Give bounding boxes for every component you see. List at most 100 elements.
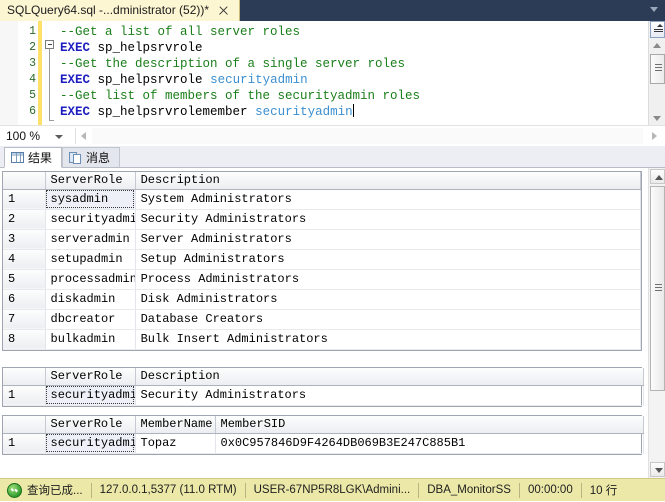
table-row[interactable]: 6 diskadmin Disk Administrators bbox=[3, 289, 641, 309]
scrollbar-thumb[interactable] bbox=[650, 186, 665, 391]
results-vertical-scrollbar[interactable] bbox=[648, 168, 665, 478]
cell-serverrole[interactable]: processadmin bbox=[45, 269, 135, 289]
cell-serverrole[interactable]: setupadmin bbox=[45, 249, 135, 269]
sql-procedure: sp_helpsrvrole bbox=[98, 73, 203, 87]
results-pane: ServerRole Description 1 sysadmin System Adm… bbox=[0, 168, 665, 478]
single-role-grid[interactable]: ServerRole Description 1 securityadmin Secur… bbox=[2, 367, 642, 407]
row-header-cell[interactable]: 7 bbox=[3, 309, 45, 329]
outline-line bbox=[49, 49, 50, 121]
grid-corner-cell[interactable] bbox=[3, 368, 45, 385]
editor-outlining-margin bbox=[44, 21, 58, 125]
sql-keyword: EXEC bbox=[60, 105, 90, 119]
chevron-down-icon[interactable] bbox=[650, 7, 658, 12]
cell-serverrole[interactable]: sysadmin bbox=[45, 189, 135, 209]
cell-description[interactable]: Security Administrators bbox=[135, 385, 643, 405]
cell-serverrole[interactable]: securityadmin bbox=[45, 385, 135, 405]
table-row[interactable]: 2 securityadmin Security Administrators bbox=[3, 209, 641, 229]
cell-membername[interactable]: Topaz bbox=[135, 433, 215, 453]
zoom-level-value: 100 % bbox=[3, 129, 40, 143]
cell-membersid[interactable]: 0x0C957846D9F4264DB069B3E247C885B1 bbox=[215, 433, 643, 453]
row-header-cell[interactable]: 1 bbox=[3, 189, 45, 209]
row-header-cell[interactable]: 4 bbox=[3, 249, 45, 269]
line-number: 2 bbox=[18, 40, 36, 56]
column-header-description[interactable]: Description bbox=[135, 172, 640, 189]
role-members-grid[interactable]: ServerRole MemberName MemberSID 1 securityad… bbox=[2, 415, 642, 455]
divider bbox=[581, 483, 582, 498]
editor-text[interactable]: --Get a list of all server roles EXEC sp_… bbox=[60, 24, 643, 120]
cell-description[interactable]: Disk Administrators bbox=[135, 289, 640, 309]
cell-description[interactable]: Server Administrators bbox=[135, 229, 640, 249]
row-header-cell[interactable]: 6 bbox=[3, 289, 45, 309]
row-header-cell[interactable]: 2 bbox=[3, 209, 45, 229]
code-line: --Get a list of all server roles bbox=[60, 24, 643, 40]
table-header-row: ServerRole Description bbox=[3, 368, 643, 385]
close-icon[interactable] bbox=[217, 4, 230, 17]
sql-comment: --Get the description of a single server… bbox=[60, 57, 405, 71]
table-row[interactable]: 3 serveradmin Server Administrators bbox=[3, 229, 641, 249]
code-line: EXEC sp_helpsrvrole bbox=[60, 40, 643, 56]
table-row[interactable]: 4 setupadmin Setup Administrators bbox=[3, 249, 641, 269]
editor-vertical-scrollbar[interactable] bbox=[648, 21, 665, 125]
editor-horizontal-scrollbar[interactable] bbox=[92, 128, 643, 144]
cell-description[interactable]: Setup Administrators bbox=[135, 249, 640, 269]
collapse-icon[interactable] bbox=[45, 40, 54, 49]
grid-corner-cell[interactable] bbox=[3, 172, 45, 189]
line-number: 6 bbox=[18, 104, 36, 120]
divider bbox=[519, 483, 520, 498]
scrollbar-thumb[interactable] bbox=[650, 54, 665, 84]
code-line: EXEC sp_helpsrvrole securityadmin bbox=[60, 72, 643, 88]
table-row[interactable]: 1 sysadmin System Administrators bbox=[3, 189, 641, 209]
column-header-membername[interactable]: MemberName bbox=[135, 416, 215, 433]
divider bbox=[418, 483, 419, 498]
ssms-query-window: SQLQuery64.sql -...dministrator (52))* 1… bbox=[0, 0, 665, 501]
code-line: EXEC sp_helpsrvrolemember securityadmin bbox=[60, 104, 643, 120]
column-header-serverrole[interactable]: ServerRole bbox=[45, 416, 135, 433]
scroll-up-icon[interactable] bbox=[650, 169, 665, 184]
scroll-up-icon[interactable] bbox=[653, 43, 661, 48]
row-header-cell[interactable]: 8 bbox=[3, 329, 45, 349]
cell-serverrole[interactable]: bulkadmin bbox=[45, 329, 135, 349]
sql-comment: --Get a list of all server roles bbox=[60, 25, 300, 39]
status-rowcount: 10 行 bbox=[590, 479, 618, 502]
split-editor-button[interactable] bbox=[650, 21, 665, 38]
cell-description[interactable]: Process Administrators bbox=[135, 269, 640, 289]
scroll-down-icon[interactable] bbox=[650, 462, 665, 477]
column-header-description[interactable]: Description bbox=[135, 368, 643, 385]
table-row[interactable]: 5 processadmin Process Administrators bbox=[3, 269, 641, 289]
column-header-serverrole[interactable]: ServerRole bbox=[45, 172, 135, 189]
code-line: --Get the description of a single server… bbox=[60, 56, 643, 72]
tab-results[interactable]: 结果 bbox=[4, 147, 62, 168]
scroll-down-icon[interactable] bbox=[653, 116, 661, 121]
cell-description[interactable]: Bulk Insert Administrators bbox=[135, 329, 640, 349]
table-row[interactable]: 8 bulkadmin Bulk Insert Administrators bbox=[3, 329, 641, 349]
table-row[interactable]: 7 dbcreator Database Creators bbox=[3, 309, 641, 329]
divider bbox=[245, 483, 246, 498]
row-header-cell[interactable]: 5 bbox=[3, 269, 45, 289]
cell-serverrole[interactable]: serveradmin bbox=[45, 229, 135, 249]
scroll-right-icon[interactable] bbox=[652, 132, 657, 140]
server-roles-grid[interactable]: ServerRole Description 1 sysadmin System Adm… bbox=[2, 171, 642, 351]
cell-serverrole[interactable]: diskadmin bbox=[45, 289, 135, 309]
table-row[interactable]: 1 securityadmin Topaz 0x0C957846D9F4264DB06… bbox=[3, 433, 643, 453]
cell-description[interactable]: System Administrators bbox=[135, 189, 640, 209]
cell-serverrole[interactable]: dbcreator bbox=[45, 309, 135, 329]
cell-description[interactable]: Database Creators bbox=[135, 309, 640, 329]
row-header-cell[interactable]: 3 bbox=[3, 229, 45, 249]
column-header-serverrole[interactable]: ServerRole bbox=[45, 368, 135, 385]
cell-serverrole[interactable]: securityadmin bbox=[45, 433, 135, 453]
column-header-membersid[interactable]: MemberSID bbox=[215, 416, 643, 433]
tab-title: SQLQuery64.sql -...dministrator (52))* bbox=[7, 0, 209, 21]
grid-corner-cell[interactable] bbox=[3, 416, 45, 433]
sql-keyword: EXEC bbox=[60, 73, 90, 87]
tab-messages[interactable]: 消息 bbox=[62, 147, 120, 168]
table-row[interactable]: 1 securityadmin Security Administrators bbox=[3, 385, 643, 405]
cell-serverrole[interactable]: securityadmin bbox=[45, 209, 135, 229]
tab-sqlquery64[interactable]: SQLQuery64.sql -...dministrator (52))* bbox=[0, 0, 240, 21]
row-header-cell[interactable]: 1 bbox=[3, 433, 45, 453]
cell-description[interactable]: Security Administrators bbox=[135, 209, 640, 229]
sql-code-editor[interactable]: 123456 --Get a list of all server roles E… bbox=[0, 21, 665, 125]
row-header-cell[interactable]: 1 bbox=[3, 385, 45, 405]
table-header-row: ServerRole MemberName MemberSID bbox=[3, 416, 643, 433]
scroll-left-icon[interactable] bbox=[81, 132, 86, 140]
zoom-level-dropdown[interactable]: 100 % bbox=[3, 127, 71, 145]
